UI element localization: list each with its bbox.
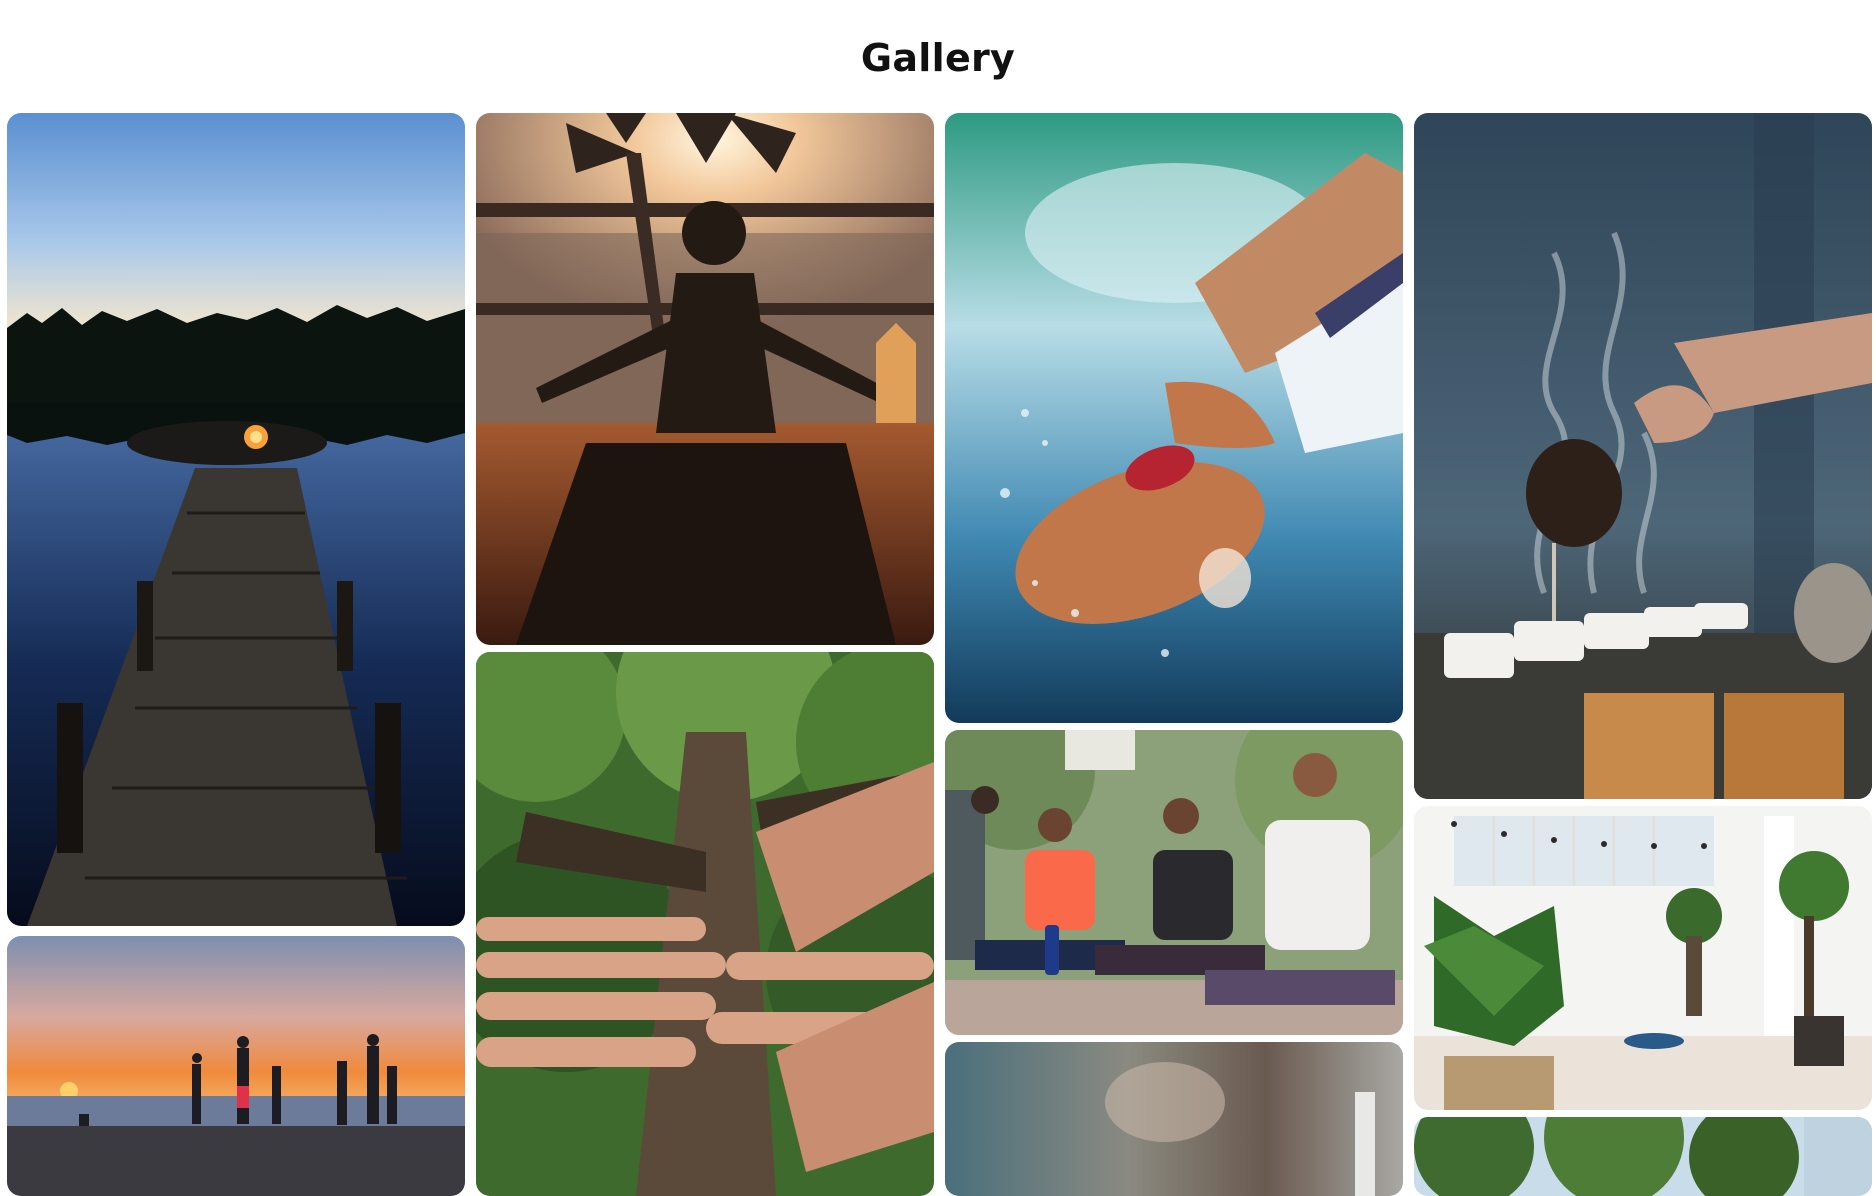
gallery-image-tea-pouring[interactable] <box>1414 113 1872 799</box>
gallery-image-group-yoga[interactable] <box>945 730 1403 1035</box>
gallery-image-blurred-partial[interactable] <box>945 1042 1403 1196</box>
gallery-image-hands-on-tree[interactable] <box>476 652 934 1196</box>
page-title: Gallery <box>860 36 1016 81</box>
gallery-image-lake-dock[interactable] <box>7 113 465 926</box>
gallery-image-woman-floating[interactable] <box>945 113 1403 723</box>
gallery-image-palm-meditation[interactable] <box>476 113 934 645</box>
gallery-image-beach-sunset[interactable] <box>7 936 465 1196</box>
gallery-image-partial-tree[interactable] <box>1414 1117 1872 1196</box>
gallery-image-plant-room[interactable] <box>1414 806 1872 1110</box>
